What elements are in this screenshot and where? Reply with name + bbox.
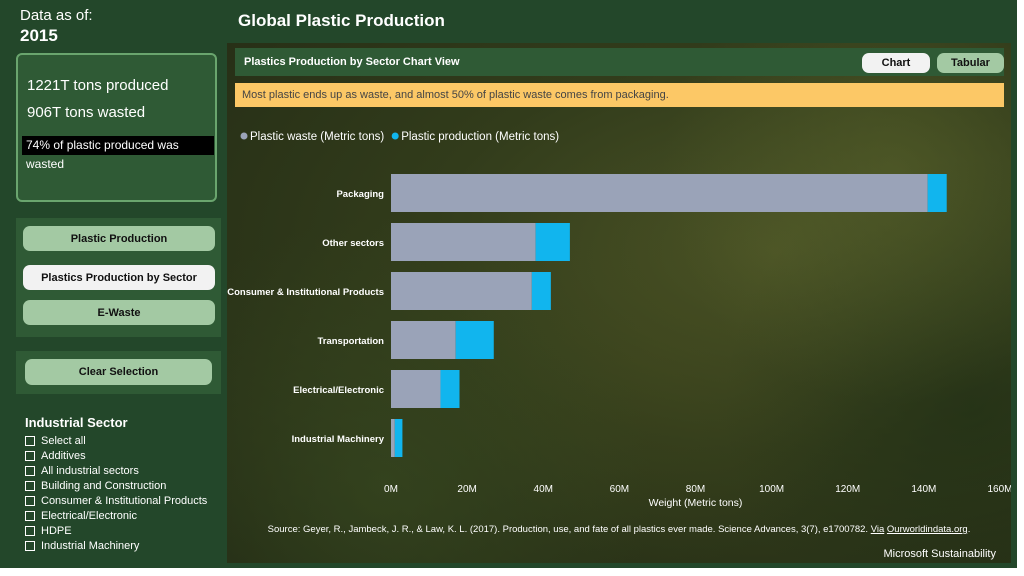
bar xyxy=(391,370,441,408)
x-tick-label: 40M xyxy=(534,484,553,495)
bar xyxy=(391,321,456,359)
filter-item-label: Consumer & Institutional Products xyxy=(41,494,208,507)
bar xyxy=(391,174,928,212)
x-tick-label: 120M xyxy=(835,484,860,495)
x-tick-label: 60M xyxy=(610,484,629,495)
filter-item-building-construction[interactable]: Building and Construction xyxy=(25,478,207,493)
category-label: Other sectors xyxy=(322,238,384,249)
category-label: Transportation xyxy=(317,336,384,347)
category-label: Packaging xyxy=(336,189,384,200)
chart-panel: Plastics Production by Sector Chart View… xyxy=(227,43,1011,563)
legend-label: Plastic waste (Metric tons) xyxy=(250,131,384,143)
wasted-stat: 906T tons wasted xyxy=(27,104,146,121)
filter-item-hdpe[interactable]: HDPE xyxy=(25,523,207,538)
nav-e-waste-button[interactable]: E-Waste xyxy=(23,300,215,325)
source-via[interactable]: Via xyxy=(871,524,885,535)
x-tick-label: 80M xyxy=(686,484,705,495)
checkbox[interactable] xyxy=(25,465,35,476)
category-label: Electrical/Electronic xyxy=(293,385,384,396)
source-citation: Source: Geyer, R., Jambeck, J. R., & Law… xyxy=(227,524,1011,535)
filter-item-label: All industrial sectors xyxy=(41,464,139,477)
filter-item-consumer-institutional[interactable]: Consumer & Institutional Products xyxy=(25,493,207,508)
checkbox[interactable] xyxy=(25,450,35,461)
checkbox[interactable] xyxy=(25,480,35,491)
bar xyxy=(391,223,536,261)
bar xyxy=(391,272,532,310)
filter-item-label: Select all xyxy=(41,434,86,447)
data-year: 2015 xyxy=(20,26,58,45)
data-as-of-label: Data as of: xyxy=(20,7,93,24)
filter-item-label: HDPE xyxy=(41,524,72,537)
bar xyxy=(394,419,403,457)
clear-panel: Clear Selection xyxy=(16,351,221,394)
source-text: Source: Geyer, R., Jambeck, J. R., & Law… xyxy=(267,524,869,535)
category-label: Industrial Machinery xyxy=(292,434,385,445)
checkbox[interactable] xyxy=(25,495,35,506)
x-tick-label: 100M xyxy=(759,484,784,495)
app-window: Data as of: 2015 1221T tons produced 906… xyxy=(0,0,1017,568)
nav-plastic-production-button[interactable]: Plastic Production xyxy=(23,226,215,251)
page-nav-panel: Plastic Production Plastics Production b… xyxy=(16,218,221,337)
bar xyxy=(531,272,551,310)
source-link[interactable]: Ourworldindata.org xyxy=(887,524,968,535)
clear-selection-button[interactable]: Clear Selection xyxy=(25,359,212,385)
filter-item-label: Additives xyxy=(41,449,86,462)
category-label: Consumer & Institutional Products xyxy=(227,287,384,298)
page-title: Global Plastic Production xyxy=(238,11,445,30)
filter-list: Select all Additives All industrial sect… xyxy=(25,433,207,553)
filter-item-label: Building and Construction xyxy=(41,479,167,492)
legend-marker xyxy=(240,132,248,140)
bar xyxy=(440,370,460,408)
x-tick-label: 160M xyxy=(987,484,1011,495)
stats-card: 1221T tons produced 906T tons wasted 74%… xyxy=(16,53,217,202)
legend-label: Plastic production (Metric tons) xyxy=(401,131,559,143)
checkbox[interactable] xyxy=(25,510,35,521)
filter-item-industrial-machinery[interactable]: Industrial Machinery xyxy=(25,538,207,553)
checkbox[interactable] xyxy=(25,540,35,551)
bar-chart: Plastic waste (Metric tons) Plastic produ… xyxy=(227,131,1011,509)
filter-item-additives[interactable]: Additives xyxy=(25,448,207,463)
filter-item-electrical-electronic[interactable]: Electrical/Electronic xyxy=(25,508,207,523)
filter-title: Industrial Sector xyxy=(25,415,128,430)
percent-wasted-stat: 74% of plastic produced was wasted xyxy=(22,136,214,171)
checkbox[interactable] xyxy=(25,525,35,536)
bar xyxy=(391,419,395,457)
filter-item-all-industrial-sectors[interactable]: All industrial sectors xyxy=(25,463,207,478)
nav-plastics-by-sector-button[interactable]: Plastics Production by Sector xyxy=(23,265,215,290)
produced-stat: 1221T tons produced xyxy=(27,77,169,94)
filter-item-select-all[interactable]: Select all xyxy=(25,433,207,448)
source-end: . xyxy=(967,524,971,535)
bar xyxy=(535,223,570,261)
x-axis-title: Weight (Metric tons) xyxy=(649,497,743,509)
x-tick-label: 0M xyxy=(384,484,398,495)
bar xyxy=(927,174,947,212)
x-tick-label: 140M xyxy=(911,484,936,495)
checkbox[interactable] xyxy=(25,435,35,446)
filter-item-label: Electrical/Electronic xyxy=(41,509,137,522)
x-tick-label: 20M xyxy=(457,484,476,495)
footer-brand: Microsoft Sustainability xyxy=(883,548,997,560)
filter-item-label: Industrial Machinery xyxy=(41,539,140,552)
bar xyxy=(455,321,494,359)
legend-marker xyxy=(391,132,399,140)
